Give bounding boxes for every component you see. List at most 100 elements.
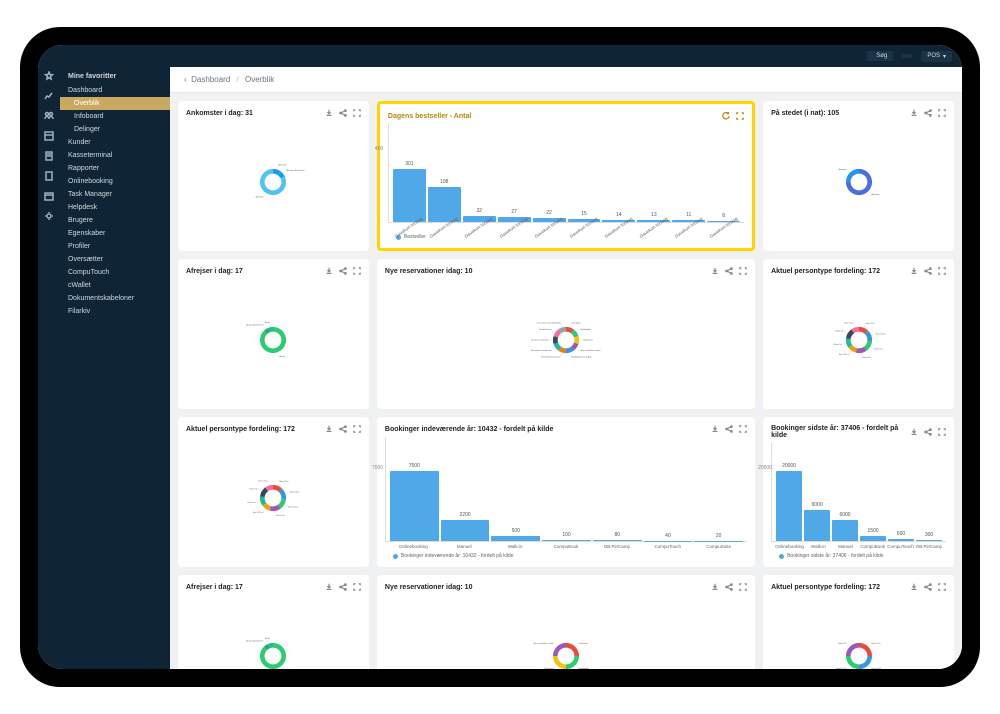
card-title: Nye reservationer idag: 10 bbox=[385, 268, 473, 275]
share-icon[interactable] bbox=[725, 267, 733, 275]
card-0: Ankomster i dag: 31 AnkommetAnkommer 'Au… bbox=[178, 101, 369, 251]
share-icon[interactable] bbox=[725, 583, 733, 591]
download-icon[interactable] bbox=[325, 425, 333, 433]
search-button[interactable]: Søg bbox=[867, 51, 893, 61]
svg-text:Voksne 16+: Voksne 16+ bbox=[277, 515, 286, 517]
download-icon[interactable] bbox=[325, 583, 333, 591]
svg-text:Afrejst: Afrejst bbox=[266, 637, 271, 640]
share-icon[interactable] bbox=[924, 109, 932, 117]
download-icon[interactable] bbox=[325, 267, 333, 275]
sidebar-item-dashboard[interactable]: Dashboard bbox=[60, 84, 170, 97]
breadcrumb: ‹ Dashboard / Overblik bbox=[170, 67, 962, 93]
expand-icon[interactable] bbox=[353, 267, 361, 275]
refresh-icon[interactable] bbox=[722, 112, 730, 120]
download-icon[interactable] bbox=[711, 583, 719, 591]
layout-icon[interactable] bbox=[44, 131, 54, 141]
svg-text:Afrejser 'AutoCheckOut': Afrejser 'AutoCheckOut' bbox=[247, 639, 265, 642]
sidebar-item-profiler[interactable]: Profiler bbox=[60, 240, 170, 253]
svg-text:Voksne 16+: Voksne 16+ bbox=[833, 344, 842, 346]
card-3: Afrejser i dag: 17 AfrejserAfrejser 'Aut… bbox=[178, 259, 369, 409]
expand-icon[interactable] bbox=[353, 425, 361, 433]
expand-icon[interactable] bbox=[353, 583, 361, 591]
card-title: Aktuel persontype fordeling: 172 bbox=[771, 584, 880, 591]
card-title: Bookinger sidste år: 37406 - fordelt på … bbox=[771, 425, 910, 439]
sidebar-header: Mine favoritter bbox=[60, 67, 170, 84]
doc-icon[interactable] bbox=[44, 151, 54, 161]
download-icon[interactable] bbox=[711, 425, 719, 433]
sidebar-item-onlinebooking[interactable]: Onlinebooking bbox=[60, 175, 170, 188]
card-grid: Ankomster i dag: 31 AnkommetAnkommer 'Au… bbox=[170, 93, 962, 669]
sidebar-item-dokumentskabeloner[interactable]: Dokumentskabeloner bbox=[60, 292, 170, 305]
svg-text:Strandvilla m/spa: Strandvilla m/spa bbox=[539, 328, 552, 331]
crumb-arrow[interactable]: ‹ bbox=[184, 75, 187, 84]
sidebar-item-kunder[interactable]: Kunder bbox=[60, 136, 170, 149]
svg-text:Standardplads: Standardplads bbox=[579, 667, 590, 669]
expand-icon[interactable] bbox=[938, 267, 946, 275]
sidebar-item-cwallet[interactable]: cWallet bbox=[60, 279, 170, 292]
main: ‹ Dashboard / Overblik Ankomster i dag: … bbox=[170, 67, 962, 669]
svg-text:Børn 12-15 år: Børn 12-15 år bbox=[839, 353, 849, 356]
svg-text:Ankommer 'AutoCheckin': Ankommer 'AutoCheckin' bbox=[287, 169, 306, 172]
card-11: Aktuel persontype fordeling: 172 Børn 0-… bbox=[763, 575, 954, 669]
card-title: Aktuel persontype fordeling: 172 bbox=[186, 426, 295, 433]
svg-text:Afrejst: Afrejst bbox=[266, 321, 271, 324]
sidebar-item-rapporter[interactable]: Rapporter bbox=[60, 162, 170, 175]
chart-icon[interactable] bbox=[44, 91, 54, 101]
sidebar-item-brugere[interactable]: Brugere bbox=[60, 214, 170, 227]
download-icon[interactable] bbox=[910, 583, 918, 591]
sidebar-item-filarkiv[interactable]: Filarkiv bbox=[60, 305, 170, 318]
pos-label: POS bbox=[927, 53, 940, 59]
expand-icon[interactable] bbox=[736, 112, 744, 120]
share-icon[interactable] bbox=[339, 583, 347, 591]
expand-icon[interactable] bbox=[938, 583, 946, 591]
svg-text:Ankommer: Ankommer bbox=[256, 195, 264, 198]
expand-icon[interactable] bbox=[739, 425, 747, 433]
svg-text:Komfort plads, 10 amp (Lille): Komfort plads, 10 amp (Lille) bbox=[531, 338, 549, 341]
card-title: Afrejser i dag: 17 bbox=[186, 584, 243, 591]
icon-rail bbox=[38, 67, 60, 669]
sidebar-item-infoboard[interactable]: Infoboard bbox=[60, 110, 170, 123]
sidebar-item-computouch[interactable]: CompuTouch bbox=[60, 266, 170, 279]
clipboard-icon[interactable] bbox=[44, 171, 54, 181]
expand-icon[interactable] bbox=[938, 428, 946, 436]
svg-text:Ankommer: Ankommer bbox=[871, 193, 879, 196]
share-icon[interactable] bbox=[924, 428, 932, 436]
card-7: Bookinger indeværende år: 10432 - fordel… bbox=[377, 417, 755, 567]
users-icon[interactable] bbox=[44, 111, 54, 121]
download-icon[interactable] bbox=[325, 109, 333, 117]
share-icon[interactable] bbox=[339, 267, 347, 275]
download-icon[interactable] bbox=[910, 109, 918, 117]
pos-button[interactable]: POS ▾ bbox=[921, 51, 952, 62]
star-icon[interactable] bbox=[44, 71, 54, 81]
sidebar-item-oversætter[interactable]: Oversætter bbox=[60, 253, 170, 266]
share-icon[interactable] bbox=[339, 109, 347, 117]
share-icon[interactable] bbox=[339, 425, 347, 433]
svg-text:Børn 0-11 år: Børn 0-11 år bbox=[871, 642, 880, 645]
expand-icon[interactable] bbox=[739, 267, 747, 275]
settings-icon[interactable] bbox=[44, 211, 54, 221]
share-icon[interactable] bbox=[725, 425, 733, 433]
sidebar-item-helpdesk[interactable]: Helpdesk bbox=[60, 201, 170, 214]
svg-text:Børn 0-11 år: Børn 0-11 år bbox=[844, 322, 853, 325]
svg-text:Børn 0-11 år: Børn 0-11 år bbox=[280, 480, 289, 483]
sidebar-item-overblik[interactable]: Overblik bbox=[60, 97, 170, 110]
share-icon[interactable] bbox=[924, 583, 932, 591]
wifi-icon[interactable] bbox=[901, 54, 913, 58]
share-icon[interactable] bbox=[924, 267, 932, 275]
download-icon[interactable] bbox=[711, 267, 719, 275]
sidebar-item-egenskaber[interactable]: Egenskaber bbox=[60, 227, 170, 240]
expand-icon[interactable] bbox=[353, 109, 361, 117]
svg-text:Voksne 16+: Voksne 16+ bbox=[835, 330, 844, 332]
sidebar-item-kasseterminal[interactable]: Kasseterminal bbox=[60, 149, 170, 162]
svg-text:Hytter, strandvillaer og hotel: Hytter, strandvillaer og hotel bbox=[533, 642, 554, 645]
crumb-0[interactable]: Dashboard bbox=[191, 75, 230, 84]
expand-icon[interactable] bbox=[739, 583, 747, 591]
sidebar-item-task-manager[interactable]: Task Manager bbox=[60, 188, 170, 201]
calendar-icon[interactable] bbox=[44, 191, 54, 201]
card-9: Afrejser i dag: 17 AfrejserAfrejser 'Aut… bbox=[178, 575, 369, 669]
download-icon[interactable] bbox=[910, 428, 918, 436]
sidebar-item-delinger[interactable]: Delinger bbox=[60, 123, 170, 136]
svg-text:Børn 12-15 år: Børn 12-15 år bbox=[253, 511, 263, 514]
expand-icon[interactable] bbox=[938, 109, 946, 117]
download-icon[interactable] bbox=[910, 267, 918, 275]
